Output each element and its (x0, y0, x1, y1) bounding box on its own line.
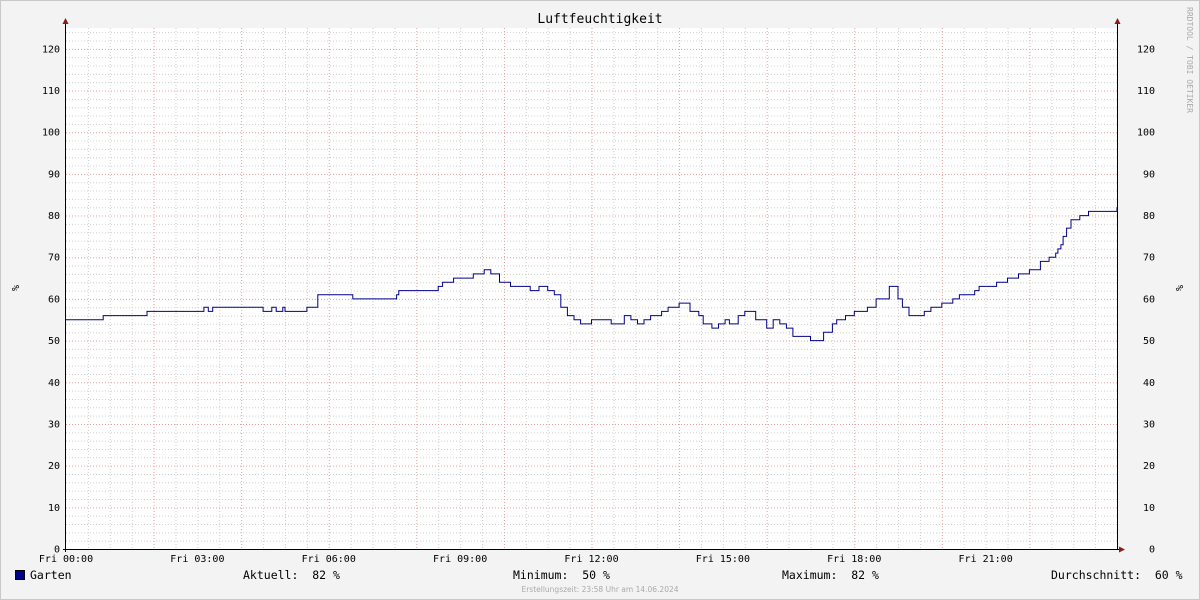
y-axis-arrow-left (62, 18, 69, 24)
chart-canvas: 0 010 1020 2030 3040 4050 5060 6070 7080 8090 9010… (9, 7, 1194, 565)
x-tick-label: Fri 18:00 (827, 554, 881, 565)
x-tick-labels: Fri 00:00 Fri 03:00 Fri 06:00 Fri 09:00 Fri … (39, 554, 1013, 565)
x-axis-arrow (1119, 546, 1125, 553)
legend-current: Aktuell: 82 % (243, 568, 340, 582)
x-tick-label: Fri 06:00 (302, 554, 356, 565)
legend-min-value: 50 % (582, 568, 610, 582)
y-tick-label-left: 30 (48, 419, 60, 430)
x-tick-label: Fri 12:00 (564, 554, 618, 565)
legend-minimum: Minimum: 50 % (513, 568, 610, 582)
y-tick-label-right: 80 (1143, 211, 1155, 222)
x-tick-label: Fri 00:00 (39, 554, 93, 565)
y-tick-label-right: 70 (1143, 253, 1155, 264)
legend-swatch (15, 570, 25, 580)
y-tick-label-right: 20 (1143, 461, 1155, 472)
legend-avg-label: Durchschnitt: (1051, 568, 1142, 582)
y-tick-label-right: 40 (1143, 378, 1155, 389)
y-tick-label-left: 40 (48, 378, 60, 389)
y-axis-label-left: % (9, 285, 20, 291)
legend-average: Durchschnitt: 60 % (1051, 568, 1183, 582)
chart-title: Luftfeuchtigkeit (537, 12, 662, 27)
y-tick-label-left: 10 (48, 503, 60, 514)
x-tick-label: Fri 09:00 (433, 554, 487, 565)
y-tick-label-right: 10 (1143, 503, 1155, 514)
x-tick-label: Fri 15:00 (696, 554, 750, 565)
y-tick-label-left: 60 (48, 294, 60, 305)
y-tick-label-right: 120 (1137, 44, 1155, 55)
y-tick-label-left: 100 (42, 128, 60, 139)
y-tick-label-left: 20 (48, 461, 60, 472)
y-tick-label-right: 90 (1143, 169, 1155, 180)
legend-current-value: 82 % (312, 568, 340, 582)
legend-maximum: Maximum: 82 % (782, 568, 879, 582)
y-tick-label-left: 70 (48, 253, 60, 264)
y-tick-label-right: 50 (1143, 336, 1155, 347)
y-axis-label-right: % (1173, 285, 1184, 291)
legend-min-label: Minimum: (513, 568, 569, 582)
y-tick-label-left: 80 (48, 211, 60, 222)
y-tick-label-right: 100 (1137, 128, 1155, 139)
y-axis-arrow-right (1114, 18, 1121, 24)
x-tick-label: Fri 21:00 (959, 554, 1013, 565)
legend-max-label: Maximum: (782, 568, 838, 582)
y-tick-label-right: 60 (1143, 294, 1155, 305)
watermark-text: RRDTOOL / TOBI OETIKER (1185, 7, 1194, 113)
footer-timestamp: Erstellungszeit: 23:58 Uhr am 14.06.2024 (521, 585, 679, 594)
legend-avg-value: 60 % (1154, 568, 1183, 582)
y-tick-label-right: 30 (1143, 419, 1155, 430)
x-tick-label: Fri 03:00 (170, 554, 224, 565)
y-tick-label-left: 90 (48, 169, 60, 180)
y-tick-label-left: 120 (42, 44, 60, 55)
y-tick-label-right: 0 (1149, 545, 1155, 556)
y-tick-label-right: 110 (1137, 86, 1155, 97)
y-tick-label-left: 110 (42, 86, 60, 97)
legend-current-label: Aktuell: (243, 568, 299, 582)
legend-series-name: Garten (30, 568, 72, 582)
y-tick-label-left: 50 (48, 336, 60, 347)
legend-max-value: 82 % (851, 568, 879, 582)
